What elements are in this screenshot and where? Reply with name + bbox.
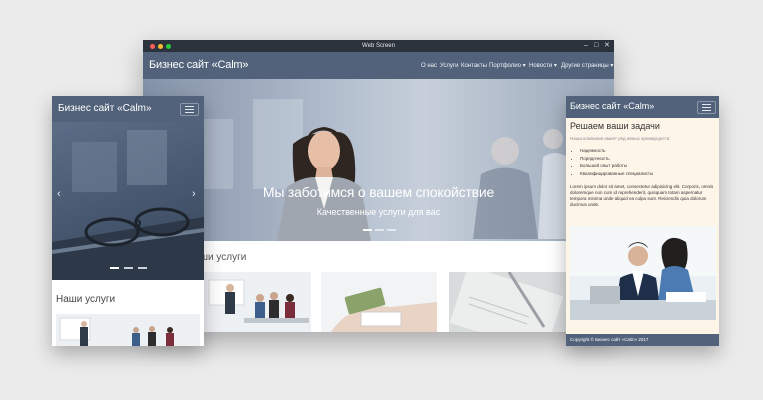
section-heading: Решаем ваши задачи [570,121,660,131]
next-arrow-icon[interactable]: › [192,188,196,200]
window-titlebar: Web Screen – □ ✕ [143,40,614,52]
hamburger-menu-icon[interactable] [180,103,199,116]
mobile-navbar: Бизнес сайт «Calm» [566,96,719,118]
minimize-icon[interactable]: – [584,42,588,50]
nav-item-services[interactable]: Услуги [440,62,458,70]
nav-item-portfolio[interactable]: Портфолио ▾ [489,62,526,70]
carousel-indicator-2[interactable] [375,229,384,231]
list-item: Квалифицированные специалисты [580,170,653,178]
glasses-desk-photo [52,130,204,280]
mobile-preview-right: Бизнес сайт «Calm» Решаем ваши задачи На… [566,96,719,346]
business-people-photo [570,226,716,320]
carousel-indicator-1[interactable] [363,229,372,231]
hero-carousel[interactable]: Мы заботимся о вашем спокойствие Качеств… [143,79,614,241]
brand-logo[interactable]: Бизнес сайт «Calm» [58,102,152,115]
desktop-window: Web Screen – □ ✕ Бизнес сайт «Calm» О на… [143,40,614,332]
maximize-icon[interactable]: □ [594,42,598,50]
brand-logo[interactable]: Бизнес сайт «Calm» [570,100,654,112]
nav-item-about[interactable]: О нас [421,62,437,70]
prev-arrow-icon[interactable]: ‹ [57,188,61,200]
brand-logo[interactable]: Бизнес сайт «Calm» [149,58,249,72]
service-thumb-meeting[interactable] [204,272,311,332]
mobile-hero-carousel[interactable]: ‹ › [52,122,204,280]
mobile-services-title: Наши услуги [56,294,116,305]
list-item: Надежность [580,147,653,155]
site-footer: Copyright © Бизнес сайт «Calm» 2017 [566,334,719,346]
carousel-indicator-3[interactable] [387,229,396,231]
window-title: Web Screen [362,43,395,49]
service-thumb-card[interactable] [321,272,437,332]
lorem-paragraph: Lorem ipsum dolor sit amet, consectetur … [570,184,714,207]
hero-subheading: Качественные услуги для вас [316,207,441,217]
hero-heading: Мы заботимся о вашем спокойствие [262,184,495,200]
mobile-service-thumb[interactable] [56,314,200,346]
close-icon[interactable]: ✕ [604,42,610,50]
mobile-navbar: Бизнес сайт «Calm» [52,96,204,122]
nav-item-contacts[interactable]: Контакты [461,62,487,70]
section-subtext: Наша компания имеет ряд явных преимущест… [570,136,671,141]
mobile-preview-left: Бизнес сайт «Calm» ‹ › Наши услуги [52,96,204,346]
site-navbar: Бизнес сайт «Calm» О нас Услуги Контакты… [143,52,614,79]
nav-item-other-pages[interactable]: Другие страницы ▾ [561,62,613,70]
footer-copyright: Copyright © Бизнес сайт «Calm» 2017 [570,337,649,342]
advantages-list: Надежность Порядочность Большой опыт раб… [572,147,653,177]
hamburger-menu-icon[interactable] [697,101,716,114]
nav-item-news[interactable]: Новости ▾ [529,62,557,70]
service-thumb-document[interactable] [449,272,566,332]
list-item: Порядочность [580,155,653,163]
services-title: ши услуги [200,252,247,263]
list-item: Большой опыт работы [580,162,653,170]
